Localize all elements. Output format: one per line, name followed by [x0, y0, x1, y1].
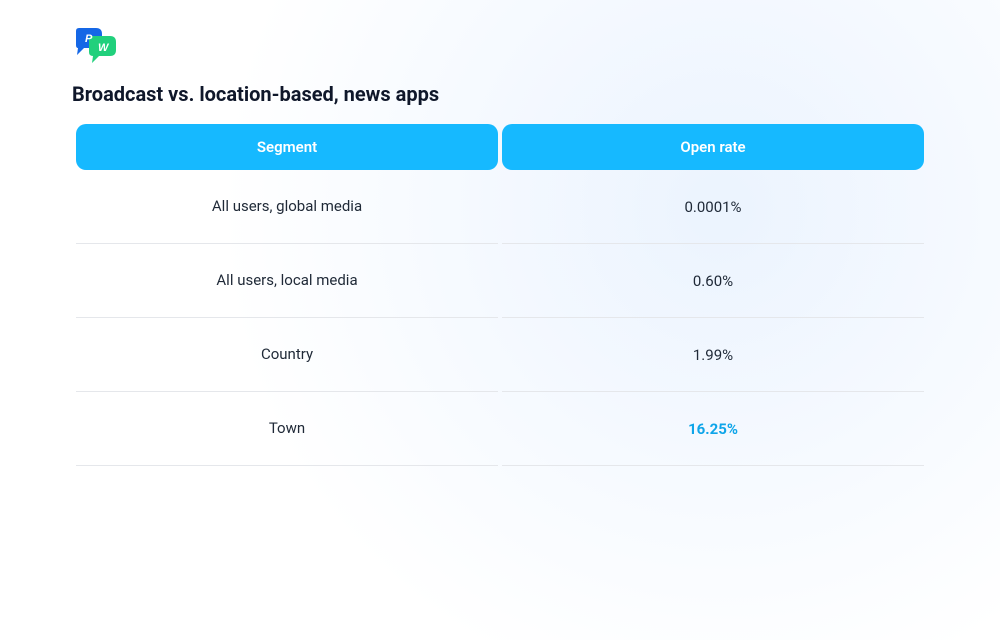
table-row: All users, local media 0.60%: [76, 244, 924, 318]
content-container: P W Broadcast vs. location-based, news a…: [0, 0, 1000, 466]
pw-logo-icon: P W: [72, 28, 120, 64]
cell-open-rate: 1.99%: [502, 318, 924, 392]
cell-segment: All users, global media: [76, 170, 498, 244]
page-title: Broadcast vs. location-based, news apps: [72, 82, 928, 106]
cell-open-rate: 16.25%: [502, 392, 924, 466]
cell-segment: Country: [76, 318, 498, 392]
table-body: All users, global media 0.0001% All user…: [76, 170, 924, 466]
comparison-table: Segment Open rate All users, global medi…: [72, 124, 928, 466]
column-header-segment: Segment: [76, 124, 498, 170]
table-header-row: Segment Open rate: [76, 124, 924, 170]
column-header-open-rate: Open rate: [502, 124, 924, 170]
svg-text:P: P: [85, 33, 93, 45]
table-row: All users, global media 0.0001%: [76, 170, 924, 244]
cell-open-rate: 0.0001%: [502, 170, 924, 244]
table-row: Country 1.99%: [76, 318, 924, 392]
table-row: Town 16.25%: [76, 392, 924, 466]
svg-text:W: W: [98, 42, 110, 54]
cell-segment: All users, local media: [76, 244, 498, 318]
cell-segment: Town: [76, 392, 498, 466]
cell-open-rate: 0.60%: [502, 244, 924, 318]
brand-logo: P W: [72, 28, 928, 68]
